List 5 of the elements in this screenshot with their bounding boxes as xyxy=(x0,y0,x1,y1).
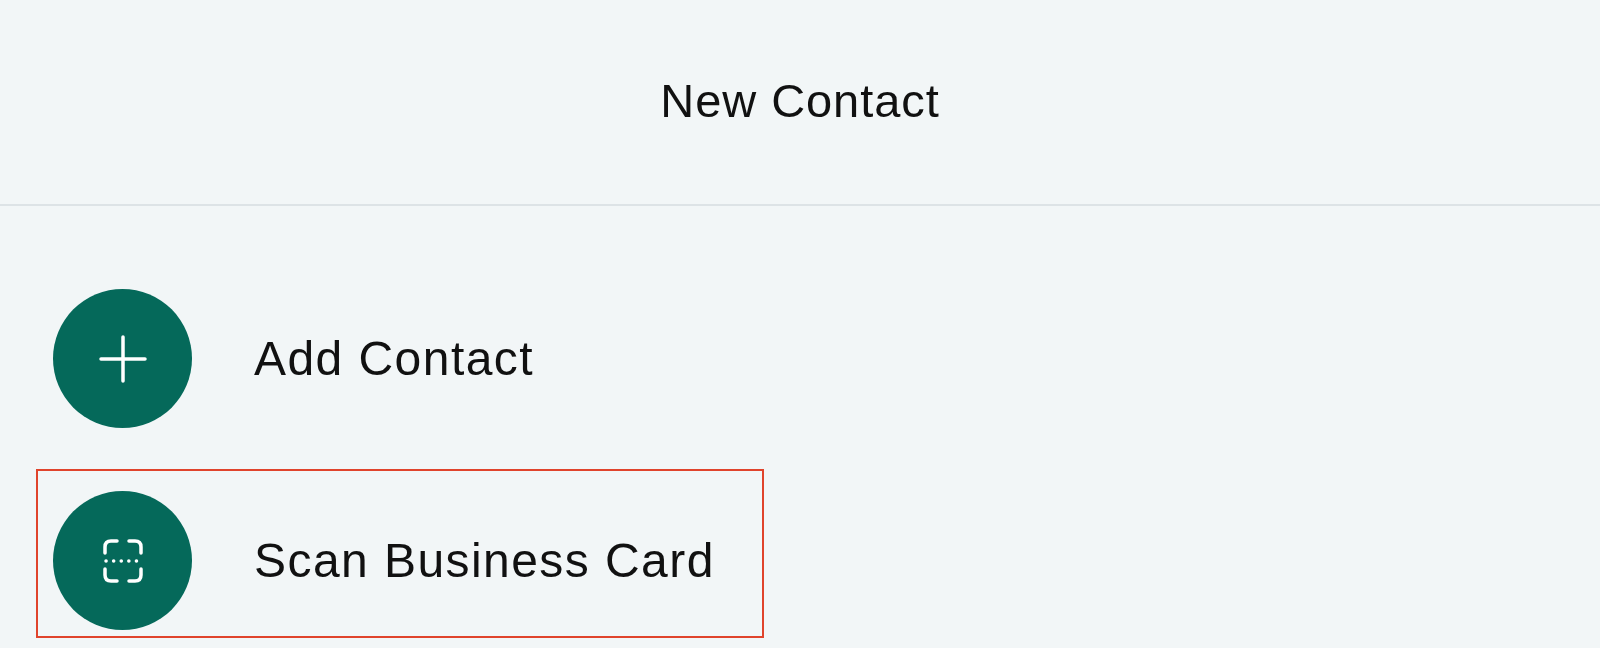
action-label: Add Contact xyxy=(254,331,534,387)
action-item[interactable]: Scan Business Card xyxy=(36,469,764,638)
page-title: New Contact xyxy=(660,72,940,129)
action-item[interactable]: Add Contact xyxy=(36,267,764,436)
action-label: Scan Business Card xyxy=(254,533,715,589)
